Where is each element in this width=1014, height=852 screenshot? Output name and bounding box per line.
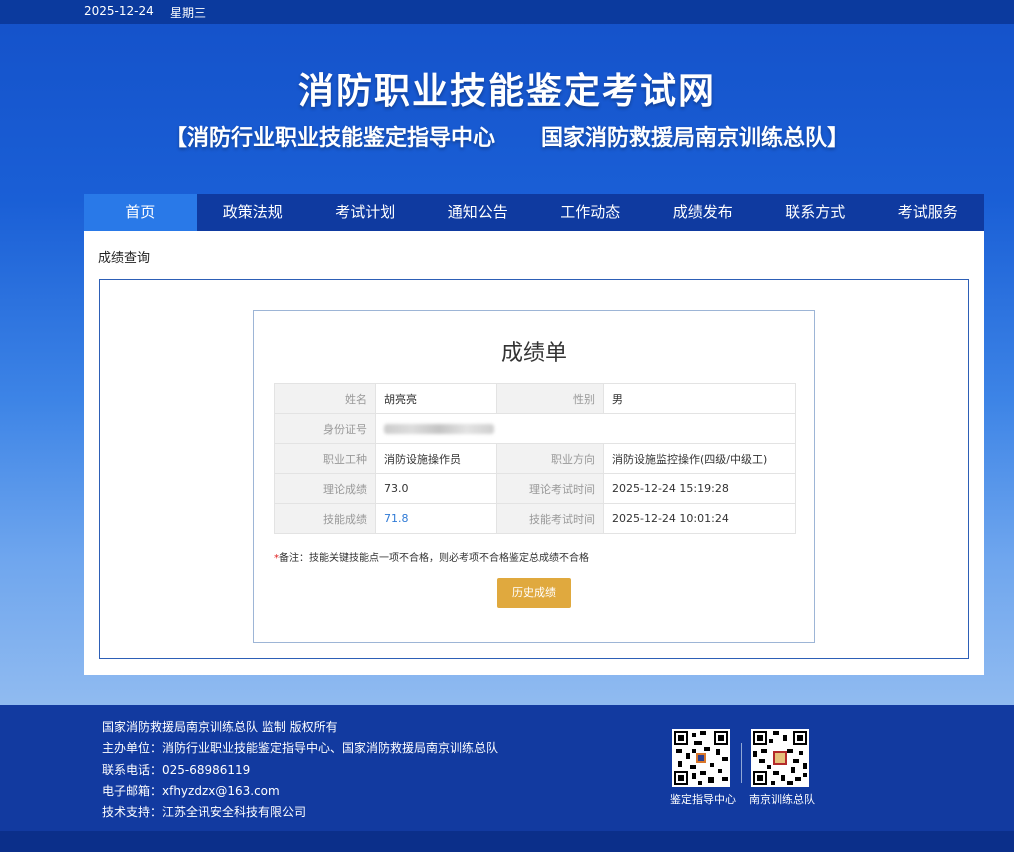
breadcrumb: 成绩查询 — [98, 251, 151, 266]
id-value — [375, 413, 796, 444]
gender-label: 性别 — [496, 383, 604, 414]
current-date: 2025-12-24 — [84, 4, 154, 18]
name-value: 胡亮亮 — [375, 383, 497, 414]
footer-organizer: 主办单位：消防行业职业技能鉴定指导中心、国家消防救援局南京训练总队 — [102, 741, 499, 755]
score-table: 姓名 胡亮亮 性别 男 身份证号 职业工种 消防设施操作员 职业方向 消防设施监… — [274, 383, 796, 534]
skill-score-label: 技能成绩 — [274, 503, 376, 534]
footer-bottom-strip — [0, 831, 1014, 852]
nav-item-home[interactable]: 首页 — [84, 194, 197, 231]
id-label: 身份证号 — [274, 413, 376, 444]
nav-item-exam-service[interactable]: 考试服务 — [872, 194, 985, 231]
skill-time-value: 2025-12-24 10:01:24 — [603, 503, 796, 534]
direction-label: 职业方向 — [496, 443, 604, 474]
qr-code-icon — [672, 729, 730, 787]
skill-score-link[interactable]: 71.8 — [384, 512, 409, 525]
gender-value: 男 — [603, 383, 796, 414]
note-text: 备注：技能关键技能点一项不合格，则必考项不合格鉴定总成绩不合格 — [279, 553, 589, 564]
occupation-label: 职业工种 — [274, 443, 376, 474]
nav-item-results[interactable]: 成绩发布 — [647, 194, 760, 231]
theory-time-label: 理论考试时间 — [496, 473, 604, 504]
theory-time-value: 2025-12-24 15:19:28 — [603, 473, 796, 504]
table-row: 技能成绩 71.8 技能考试时间 2025-12-24 10:01:24 — [274, 503, 796, 534]
skill-score-cell: 71.8 — [375, 503, 497, 534]
footer-copyright: 国家消防救援局南京训练总队 监制 版权所有 — [102, 720, 338, 734]
name-label: 姓名 — [274, 383, 376, 414]
table-row: 职业工种 消防设施操作员 职业方向 消防设施监控操作(四级/中级工) — [274, 443, 796, 474]
nav-item-exam-plan[interactable]: 考试计划 — [309, 194, 422, 231]
footer: 国家消防救援局南京训练总队 监制 版权所有 主办单位：消防行业职业技能鉴定指导中… — [0, 705, 1014, 831]
qr-code-icon — [751, 729, 809, 787]
qr-divider — [741, 743, 742, 783]
report-note: *备注：技能关键技能点一项不合格，则必考项不合格鉴定总成绩不合格 — [274, 549, 589, 564]
theory-score-label: 理论成绩 — [274, 473, 376, 504]
current-weekday: 星期三 — [170, 6, 207, 20]
report-title: 成绩单 — [500, 341, 567, 366]
table-row: 姓名 胡亮亮 性别 男 — [274, 383, 796, 414]
footer-support: 技术支持：江苏全讯安全科技有限公司 — [102, 805, 307, 819]
footer-phone: 联系电话：025-68986119 — [102, 763, 251, 777]
score-report-card: 成绩单 姓名 胡亮亮 性别 男 身份证号 职业工种 消防设施操作员 职业方向 消… — [253, 310, 815, 643]
site-subtitle: 【消防行业职业技能鉴定指导中心 国家消防救援局南京训练总队】 — [165, 126, 849, 151]
top-bar: 2025-12-24 星期三 — [0, 0, 1014, 24]
qr-guidance-caption: 鉴定指导中心 — [670, 793, 736, 806]
table-row: 身份证号 — [274, 413, 796, 444]
direction-value: 消防设施监控操作(四级/中级工) — [603, 443, 796, 474]
history-scores-button[interactable]: 历史成绩 — [497, 578, 571, 608]
table-row: 理论成绩 73.0 理论考试时间 2025-12-24 15:19:28 — [274, 473, 796, 504]
theory-score-value: 73.0 — [375, 473, 497, 504]
qr-nanjing-caption: 南京训练总队 — [749, 793, 815, 806]
main-nav: 首页 政策法规 考试计划 通知公告 工作动态 成绩发布 联系方式 考试服务 — [84, 194, 984, 231]
qr-guidance-center[interactable]: 鉴定指导中心 — [670, 729, 736, 807]
nav-item-policy[interactable]: 政策法规 — [197, 194, 310, 231]
skill-time-label: 技能考试时间 — [496, 503, 604, 534]
redacted-id — [384, 424, 494, 434]
nav-item-news[interactable]: 工作动态 — [534, 194, 647, 231]
nav-item-notices[interactable]: 通知公告 — [422, 194, 535, 231]
footer-email: 电子邮箱：xfhyzdzx@163.com — [102, 784, 280, 798]
main-content: 成绩查询 成绩单 姓名 胡亮亮 性别 男 身份证号 职业工种 消防设施操作员 职… — [84, 231, 984, 675]
nav-item-contact[interactable]: 联系方式 — [759, 194, 872, 231]
site-title: 消防职业技能鉴定考试网 — [297, 71, 716, 112]
qr-nanjing-brigade[interactable]: 南京训练总队 — [749, 729, 815, 807]
occupation-value: 消防设施操作员 — [375, 443, 497, 474]
